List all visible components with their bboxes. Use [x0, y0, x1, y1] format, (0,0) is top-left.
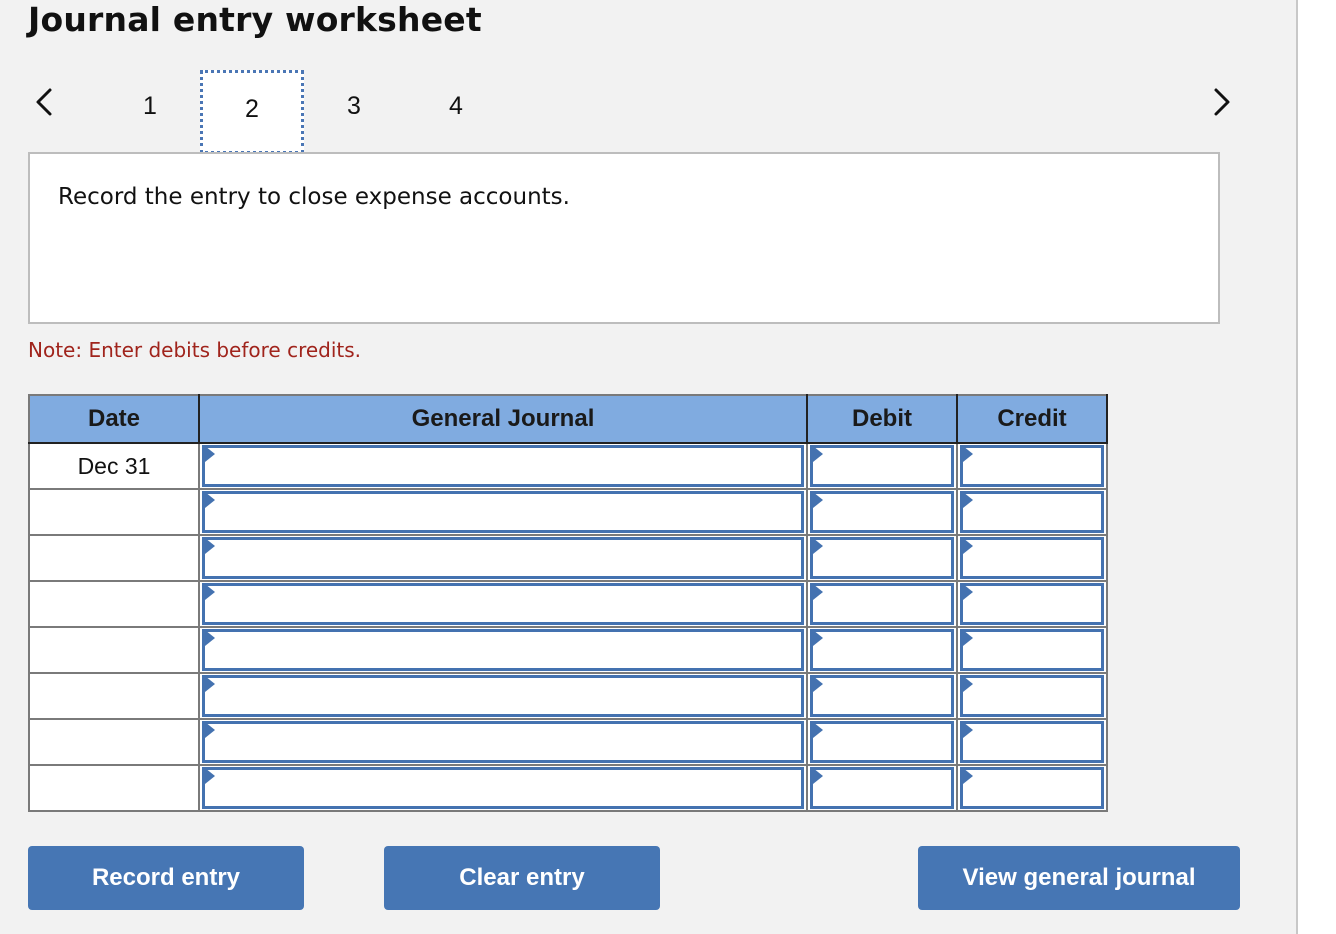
tab-4[interactable]: 4: [404, 70, 508, 154]
table-row: [28, 764, 1108, 812]
debit-input[interactable]: [810, 767, 954, 809]
debit-cell: [806, 672, 958, 720]
account-input[interactable]: [202, 445, 804, 487]
page-title: Journal entry worksheet: [28, 0, 482, 39]
debit-input[interactable]: [810, 583, 954, 625]
table-row: [28, 672, 1108, 720]
credit-cell: [956, 764, 1108, 812]
account-input[interactable]: [202, 583, 804, 625]
account-input[interactable]: [202, 721, 804, 763]
debit-input[interactable]: [810, 491, 954, 533]
debit-cell: [806, 442, 958, 490]
account-cell: [198, 534, 808, 582]
credit-input[interactable]: [960, 721, 1104, 763]
date-cell: [28, 626, 200, 674]
account-input[interactable]: [202, 629, 804, 671]
tab-3[interactable]: 3: [302, 70, 406, 154]
view-general-journal-button[interactable]: View general journal: [918, 846, 1240, 910]
account-input[interactable]: [202, 537, 804, 579]
account-cell: [198, 672, 808, 720]
table-row: [28, 580, 1108, 628]
tab-2[interactable]: 2: [200, 70, 304, 154]
table-row: [28, 626, 1108, 674]
credit-cell: [956, 580, 1108, 628]
header-date: Date: [28, 394, 200, 444]
credit-input[interactable]: [960, 537, 1104, 579]
account-cell: [198, 764, 808, 812]
account-input[interactable]: [202, 767, 804, 809]
debit-cell: [806, 488, 958, 536]
table-row: Dec 31: [28, 442, 1108, 490]
credit-input[interactable]: [960, 767, 1104, 809]
header-credit: Credit: [956, 394, 1108, 444]
debit-cell: [806, 626, 958, 674]
credit-input[interactable]: [960, 675, 1104, 717]
credit-cell: [956, 488, 1108, 536]
table-row: [28, 488, 1108, 536]
debit-cell: [806, 764, 958, 812]
record-entry-button[interactable]: Record entry: [28, 846, 304, 910]
tab-label: 4: [449, 92, 463, 120]
next-button[interactable]: [1206, 82, 1236, 122]
account-cell: [198, 580, 808, 628]
account-cell: [198, 718, 808, 766]
account-cell: [198, 626, 808, 674]
debit-input[interactable]: [810, 629, 954, 671]
account-cell: [198, 442, 808, 490]
tab-label: 3: [347, 92, 361, 120]
tab-label: 1: [143, 92, 157, 120]
tab-label: 2: [245, 95, 259, 123]
prompt-text: Record the entry to close expense accoun…: [58, 184, 570, 210]
table-header-row: Date General Journal Debit Credit: [28, 394, 1108, 444]
credit-cell: [956, 626, 1108, 674]
account-input[interactable]: [202, 675, 804, 717]
credit-cell: [956, 672, 1108, 720]
date-cell: [28, 764, 200, 812]
credit-input[interactable]: [960, 583, 1104, 625]
credit-input[interactable]: [960, 629, 1104, 671]
date-cell: Dec 31: [28, 442, 200, 490]
date-cell: [28, 488, 200, 536]
chevron-left-icon: [36, 88, 52, 116]
table-row: [28, 718, 1108, 766]
date-cell: [28, 580, 200, 628]
credit-cell: [956, 534, 1108, 582]
header-general-journal: General Journal: [198, 394, 808, 444]
table-row: [28, 534, 1108, 582]
prompt-box: Record the entry to close expense accoun…: [28, 152, 1220, 324]
date-cell: [28, 672, 200, 720]
debit-input[interactable]: [810, 537, 954, 579]
credit-cell: [956, 718, 1108, 766]
credit-input[interactable]: [960, 491, 1104, 533]
journal-table: Date General Journal Debit Credit Dec 31: [28, 394, 1108, 812]
debit-input[interactable]: [810, 721, 954, 763]
credit-input[interactable]: [960, 445, 1104, 487]
account-input[interactable]: [202, 491, 804, 533]
date-cell: [28, 718, 200, 766]
tab-1[interactable]: 1: [98, 70, 202, 154]
account-cell: [198, 488, 808, 536]
date-cell: [28, 534, 200, 582]
debit-input[interactable]: [810, 445, 954, 487]
debit-cell: [806, 534, 958, 582]
debit-cell: [806, 580, 958, 628]
header-debit: Debit: [806, 394, 958, 444]
worksheet-panel: Journal entry worksheet 1 2 3 4 Record t…: [0, 0, 1298, 934]
note-text: Note: Enter debits before credits.: [28, 338, 362, 362]
debit-cell: [806, 718, 958, 766]
credit-cell: [956, 442, 1108, 490]
clear-entry-button[interactable]: Clear entry: [384, 846, 660, 910]
prev-button[interactable]: [30, 82, 60, 122]
debit-input[interactable]: [810, 675, 954, 717]
chevron-right-icon: [1214, 88, 1230, 116]
